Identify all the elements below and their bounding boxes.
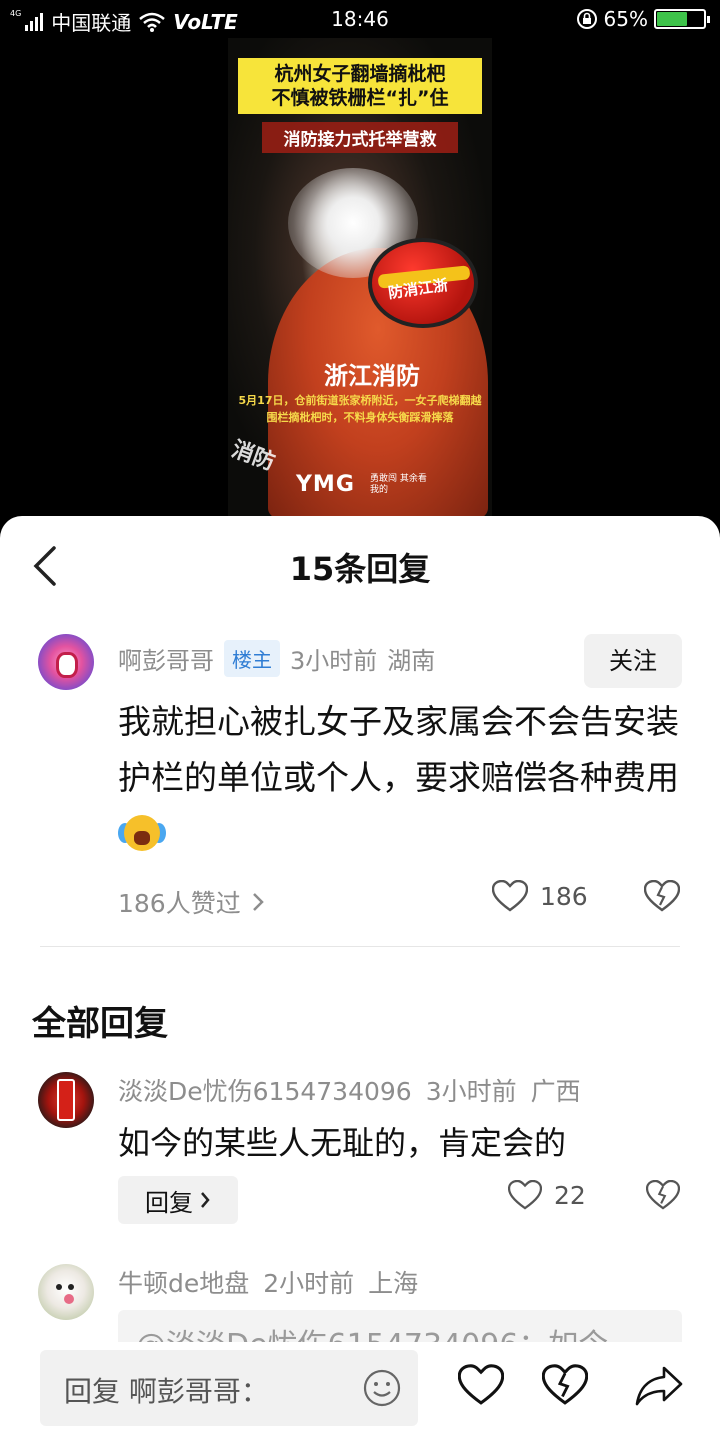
reply-input[interactable]: 回复 啊彭哥哥：	[40, 1350, 418, 1426]
laugh-cry-emoji-icon	[118, 815, 166, 851]
comment-text: 我就担心被扎女子及家属会不会告安装护栏的单位或个人，要求赔偿各种费用	[118, 694, 688, 862]
video-caption: 5月17日，仓前街道张家桥附近，一女子爬梯翻越围栏摘枇杷时，不料身体失衡踩滑摔落	[238, 394, 482, 424]
all-replies-title: 全部回复	[32, 1004, 168, 1044]
reply-meta: 淡淡De忧伤6154734096 3小时前 广西	[118, 1072, 581, 1108]
reply-sheet: 15条回复 啊彭哥哥 楼主 3小时前 湖南 关注 我就担心被扎女子及家属会不会告…	[0, 516, 720, 1440]
like-count: 22	[554, 1180, 586, 1210]
video-title-line1: 杭州女子翻墙摘枇杷	[274, 63, 446, 85]
reply-location: 上海	[368, 1269, 419, 1298]
likers-link[interactable]: 186人赞过	[118, 884, 265, 920]
reply-button[interactable]: 回复	[118, 1176, 238, 1224]
sheet-title: 15条回复	[289, 550, 431, 588]
comment-meta: 啊彭哥哥 楼主 3小时前 湖南	[118, 638, 435, 678]
rotation-lock-icon	[576, 9, 597, 29]
username[interactable]: 啊彭哥哥	[118, 641, 214, 676]
op-tag: 楼主	[224, 639, 280, 677]
broken-heart-icon[interactable]	[644, 880, 680, 912]
like-button[interactable]: 186	[492, 880, 588, 912]
broken-heart-icon[interactable]	[542, 1364, 588, 1406]
battery-fill	[657, 12, 687, 26]
uniform-text: 浙江消防	[324, 362, 420, 390]
status-bar: 4G 中国联通 VoLTE 18:46 65%	[0, 0, 720, 38]
video-title-line2: 不慎被铁栅栏“扎”住	[271, 87, 449, 109]
likers-count-text: 186人赞过	[118, 889, 241, 918]
divider	[40, 946, 680, 947]
follow-button[interactable]: 关注	[584, 634, 682, 688]
chevron-right-icon	[201, 1192, 210, 1208]
like-button[interactable]: 22	[508, 1180, 586, 1210]
reply-button-label: 回复	[145, 1188, 193, 1217]
reply-input-placeholder: 回复 啊彭哥哥：	[64, 1375, 269, 1408]
avatar[interactable]	[38, 1072, 94, 1128]
comment-location: 湖南	[387, 646, 436, 675]
reply-time: 2小时前	[263, 1269, 355, 1298]
comment-text-body: 我就担心被扎女子及家属会不会告安装护栏的单位或个人，要求赔偿各种费用	[118, 702, 679, 797]
username[interactable]: 淡淡De忧伤6154734096	[118, 1072, 412, 1108]
share-icon[interactable]	[634, 1364, 684, 1408]
bottom-bar: 回复 啊彭哥哥：	[0, 1342, 720, 1440]
battery-icon	[654, 9, 710, 29]
ymg-logo: YMG	[296, 472, 355, 497]
clock: 18:46	[331, 7, 389, 31]
username[interactable]: 牛顿de地盘	[118, 1264, 249, 1300]
sheet-header: 15条回复	[0, 516, 720, 616]
broken-heart-icon[interactable]	[646, 1180, 680, 1210]
avatar[interactable]	[38, 634, 94, 690]
video-player[interactable]: 杭州女子翻墙摘枇杷 不慎被铁栅栏“扎”住 消防接力式托举营救 防消江浙 浙江消防…	[228, 38, 492, 516]
video-title: 杭州女子翻墙摘枇杷 不慎被铁栅栏“扎”住	[238, 58, 482, 114]
heart-icon	[508, 1180, 542, 1210]
avatar[interactable]	[38, 1264, 94, 1320]
comment-time: 3小时前	[290, 646, 378, 675]
reply-meta: 牛顿de地盘 2小时前 上海	[118, 1264, 418, 1300]
battery-percent: 65%	[603, 7, 648, 31]
emoji-icon[interactable]	[362, 1368, 402, 1408]
reply-time: 3小时前	[425, 1077, 517, 1106]
reply-location: 广西	[530, 1077, 581, 1106]
heart-icon	[492, 880, 528, 912]
logo-slogan: 勇敢闯 其余看我的	[370, 474, 427, 495]
heart-icon[interactable]	[458, 1364, 504, 1406]
chevron-right-icon	[252, 893, 264, 911]
video-subtitle: 消防接力式托举营救	[262, 122, 458, 153]
likes-row: 186人赞过 186	[118, 880, 688, 920]
reply-text: 如今的某些人无耻的，肯定会的	[118, 1124, 567, 1162]
like-count: 186	[540, 881, 588, 911]
